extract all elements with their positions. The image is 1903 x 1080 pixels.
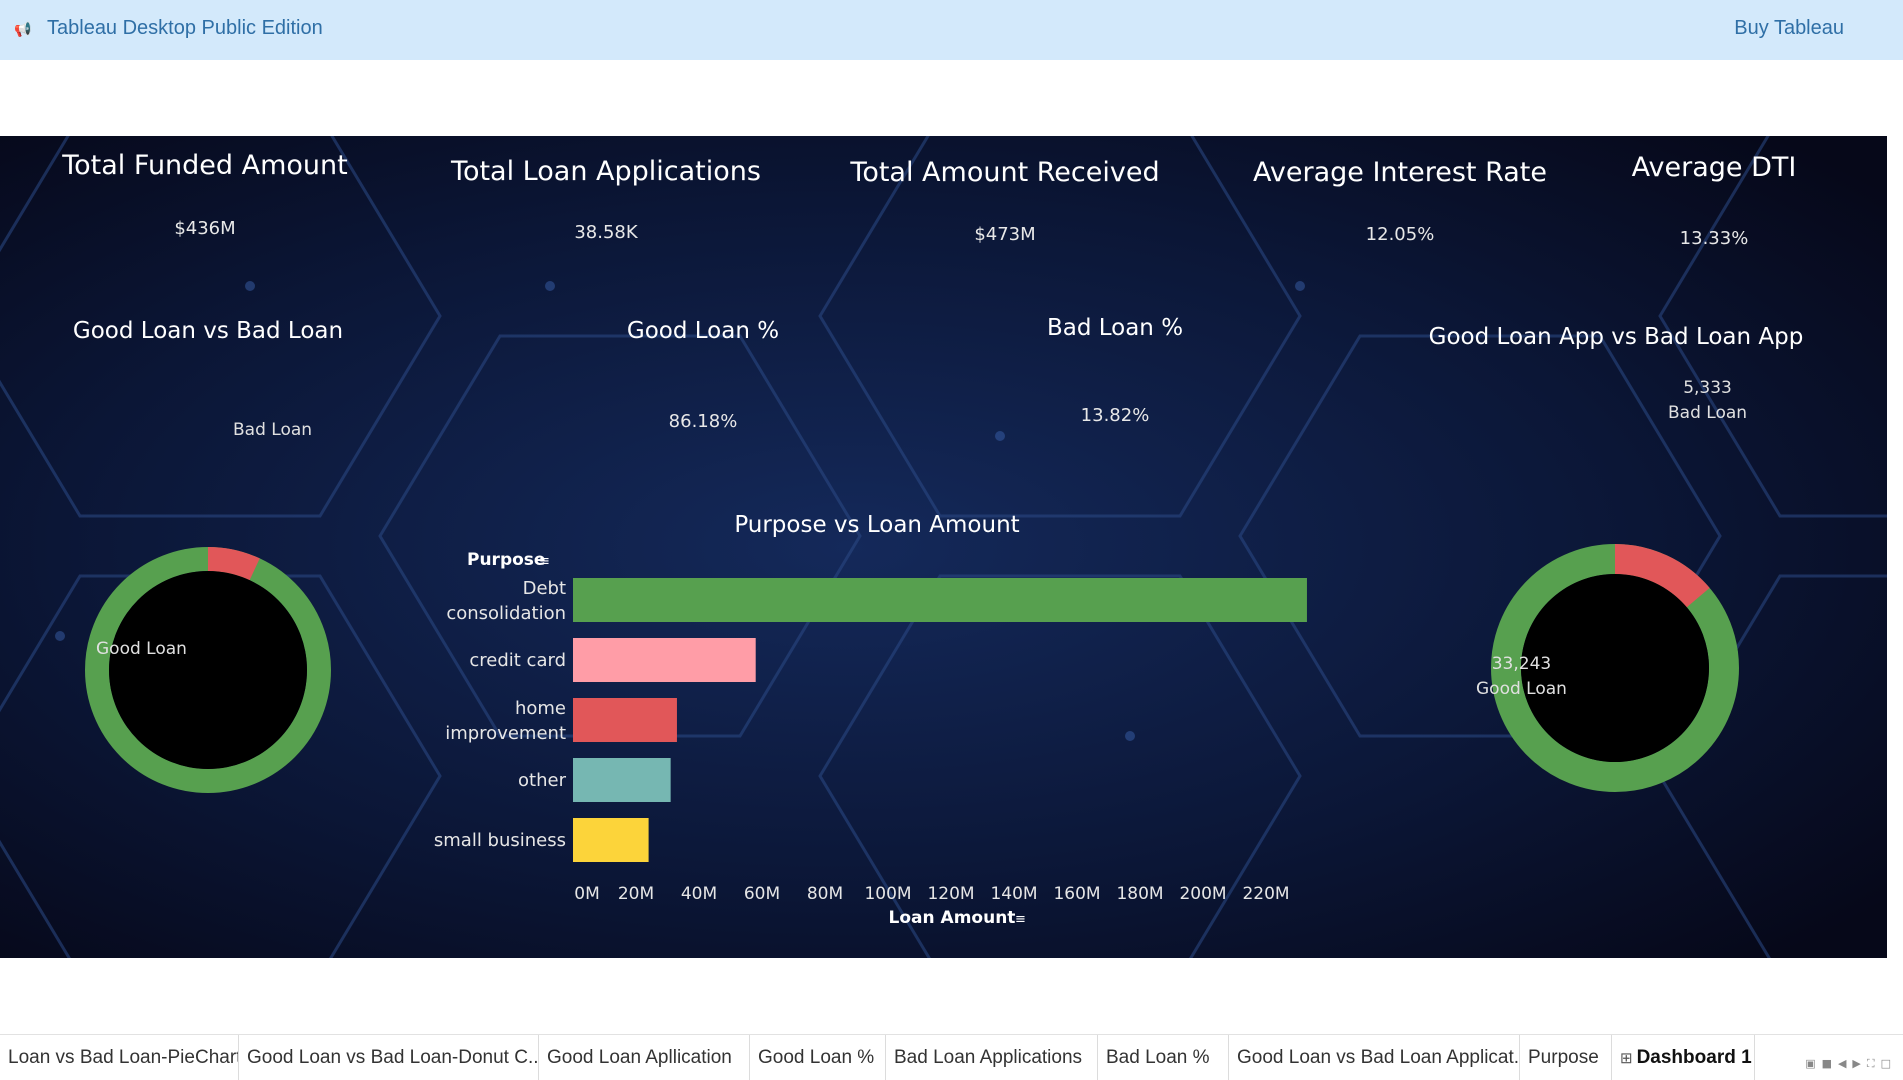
x-tick-label: 40M bbox=[681, 884, 717, 904]
chart-y-axis-title: Purpose bbox=[467, 550, 545, 570]
dashboard-grid-icon: ⊞ bbox=[1620, 1050, 1633, 1067]
sort-icon[interactable]: ≡ bbox=[539, 554, 550, 569]
category-label: home bbox=[515, 698, 566, 719]
buy-tableau-link[interactable]: Buy Tableau bbox=[1734, 17, 1844, 40]
category-label: other bbox=[518, 770, 567, 791]
bar-other[interactable] bbox=[573, 758, 671, 802]
dashboard: Total Funded Amount $436M Total Loan App… bbox=[0, 136, 1887, 958]
tab-dashboard-1-label: Dashboard 1 bbox=[1636, 1047, 1752, 1068]
app-title: Tableau Desktop Public Edition bbox=[47, 17, 323, 39]
bar-credit-card[interactable] bbox=[573, 638, 756, 682]
tab-good-vs-bad-donut[interactable]: Good Loan vs Bad Loan-Donut C... bbox=[239, 1035, 539, 1080]
x-tick-label: 100M bbox=[864, 884, 911, 904]
chart-x-axis-title: Loan Amount bbox=[889, 908, 1016, 928]
tab-good-loan-pct[interactable]: Good Loan % bbox=[750, 1035, 886, 1080]
tab-good-vs-bad-applications[interactable]: Good Loan vs Bad Loan Applicat... bbox=[1229, 1035, 1520, 1080]
tab-good-loan-application[interactable]: Good Loan Apllication bbox=[539, 1035, 750, 1080]
bar-small-business[interactable] bbox=[573, 818, 649, 862]
category-label: credit card bbox=[469, 650, 566, 671]
tab-loan-vs-bad-loan-piechart[interactable]: Loan vs Bad Loan-PieChart bbox=[0, 1035, 239, 1080]
x-tick-label: 200M bbox=[1179, 884, 1226, 904]
purpose-vs-loan-amount-chart: Purpose vs Loan Amount Purpose ≡ Debt con… bbox=[434, 512, 1307, 928]
category-label: consolidation bbox=[446, 603, 566, 624]
chart-x-ticks: 0M 20M 40M 60M 80M 100M 120M 140M 160M 180M 200M 22… bbox=[574, 884, 1289, 904]
category-label: Debt bbox=[523, 578, 566, 599]
x-tick-label: 120M bbox=[927, 884, 974, 904]
x-tick-label: 0M bbox=[574, 884, 599, 904]
chart-bars: Debt consolidation credit card home improvem… bbox=[434, 578, 1307, 862]
sort-icon[interactable]: ≡ bbox=[1015, 912, 1026, 927]
bar-debt-consolidation[interactable] bbox=[573, 578, 1307, 622]
category-label: improvement bbox=[445, 723, 566, 744]
chart-title: Purpose vs Loan Amount bbox=[734, 512, 1019, 538]
megaphone-icon: 📢 bbox=[14, 22, 32, 38]
bar-home-improvement[interactable] bbox=[573, 698, 677, 742]
x-tick-label: 160M bbox=[1053, 884, 1100, 904]
x-tick-label: 80M bbox=[807, 884, 843, 904]
tab-dashboard-1[interactable]: ⊞ Dashboard 1 bbox=[1612, 1035, 1755, 1080]
sheet-navigation-icons[interactable]: ▣■◀▶⛶□ bbox=[1805, 1057, 1897, 1071]
tab-bad-loan-pct[interactable]: Bad Loan % bbox=[1098, 1035, 1229, 1080]
x-tick-label: 60M bbox=[744, 884, 780, 904]
tab-purpose[interactable]: Purpose bbox=[1520, 1035, 1612, 1080]
category-label: small business bbox=[434, 830, 566, 851]
x-tick-label: 20M bbox=[618, 884, 654, 904]
x-tick-label: 140M bbox=[990, 884, 1037, 904]
x-tick-label: 220M bbox=[1242, 884, 1289, 904]
tab-bad-loan-applications[interactable]: Bad Loan Applications bbox=[886, 1035, 1098, 1080]
top-banner: 📢 Tableau Desktop Public Edition Buy Tab… bbox=[0, 0, 1903, 60]
sheet-tab-bar: Loan vs Bad Loan-PieChart Good Loan vs B… bbox=[0, 1034, 1903, 1080]
x-tick-label: 180M bbox=[1116, 884, 1163, 904]
